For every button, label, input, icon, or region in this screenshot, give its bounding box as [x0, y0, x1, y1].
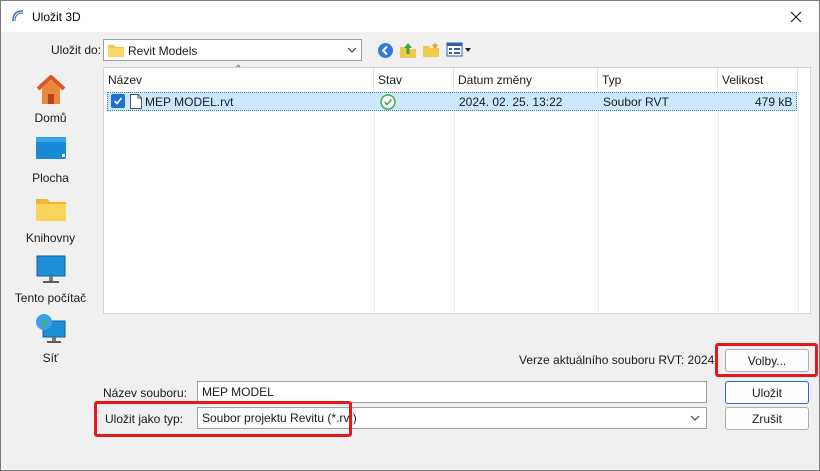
column-divider — [598, 92, 599, 314]
save-button[interactable]: Uložit — [725, 381, 809, 404]
place-label: Domů — [34, 111, 67, 125]
place-label: Knihovny — [25, 231, 76, 245]
save-in-value: Revit Models — [128, 44, 198, 58]
place-this-pc[interactable]: Tento počítač — [5, 253, 96, 305]
cancel-button[interactable]: Zrušit — [725, 407, 809, 430]
back-button[interactable] — [375, 40, 395, 60]
network-icon — [35, 314, 65, 343]
filename-input[interactable]: MEP MODEL — [197, 381, 707, 403]
back-icon — [377, 42, 393, 58]
checkbox-icon[interactable] — [111, 94, 125, 108]
this-pc-icon — [36, 255, 65, 283]
revit-icon — [12, 10, 24, 22]
filetype-dropdown[interactable]: Soubor projektu Revitu (*.rvt) — [197, 407, 707, 429]
options-button[interactable]: Volby... — [725, 349, 809, 372]
place-network[interactable]: Síť — [5, 313, 96, 365]
place-label: Tento počítač — [14, 291, 87, 305]
column-header-date[interactable]: Datum změny — [454, 68, 598, 92]
chevron-down-icon — [347, 47, 357, 53]
file-row[interactable]: MEP MODEL.rvt 2024. 02. 25. 13:22 Soubor… — [107, 92, 797, 111]
place-label: Síť — [42, 351, 59, 365]
home-icon — [36, 75, 65, 104]
column-header-type[interactable]: Typ — [598, 68, 718, 92]
sort-ascending-icon: ⌃ — [234, 64, 243, 75]
save-dialog: Uložit 3D Uložit do: Revit Models Domů P… — [0, 0, 820, 471]
file-type: Soubor RVT — [603, 95, 669, 109]
filename-label: Název souboru: — [103, 386, 188, 400]
file-icon — [130, 94, 142, 109]
places-bar: Domů Plocha Knihovny Tento počítač Síť — [5, 67, 96, 459]
column-header-size[interactable]: Velikost — [718, 68, 798, 92]
view-menu-button[interactable] — [446, 40, 472, 60]
column-divider — [454, 92, 455, 314]
close-icon — [790, 11, 802, 22]
place-desktop[interactable]: Plocha — [5, 133, 96, 185]
column-divider — [718, 92, 719, 314]
desktop-icon — [35, 137, 66, 159]
new-folder-icon — [423, 42, 439, 57]
column-divider — [798, 92, 799, 314]
rvt-version-text: Verze aktuálního souboru RVT: 2024 — [519, 353, 715, 367]
file-size: 479 kB — [755, 95, 793, 109]
title-bar: Uložit 3D — [1, 1, 819, 32]
chevron-down-icon — [690, 415, 700, 421]
window-title: Uložit 3D — [32, 10, 81, 24]
close-button[interactable] — [773, 1, 819, 32]
up-folder-button[interactable] — [398, 40, 418, 60]
save-in-dropdown[interactable]: Revit Models — [103, 39, 362, 61]
filetype-label: Uložit jako typ: — [105, 412, 184, 426]
folder-icon — [108, 45, 124, 57]
file-date: 2024. 02. 25. 13:22 — [459, 95, 563, 109]
column-header-name[interactable]: ⌃ Název — [104, 64, 374, 92]
column-header-status[interactable]: Stav — [374, 68, 454, 92]
place-label: Plocha — [32, 171, 69, 185]
file-list[interactable]: ⌃ Název Stav Datum změny Typ Velikost ME… — [103, 64, 811, 314]
up-folder-icon — [400, 43, 416, 58]
sync-status-icon — [380, 94, 396, 110]
view-menu-icon — [446, 42, 471, 57]
libraries-icon — [35, 199, 66, 221]
place-home[interactable]: Domů — [5, 73, 96, 125]
column-divider — [374, 92, 375, 314]
new-folder-button[interactable] — [421, 40, 441, 60]
file-name: MEP MODEL.rvt — [145, 95, 234, 109]
place-libraries[interactable]: Knihovny — [5, 193, 96, 245]
save-in-label: Uložit do: — [51, 43, 102, 57]
